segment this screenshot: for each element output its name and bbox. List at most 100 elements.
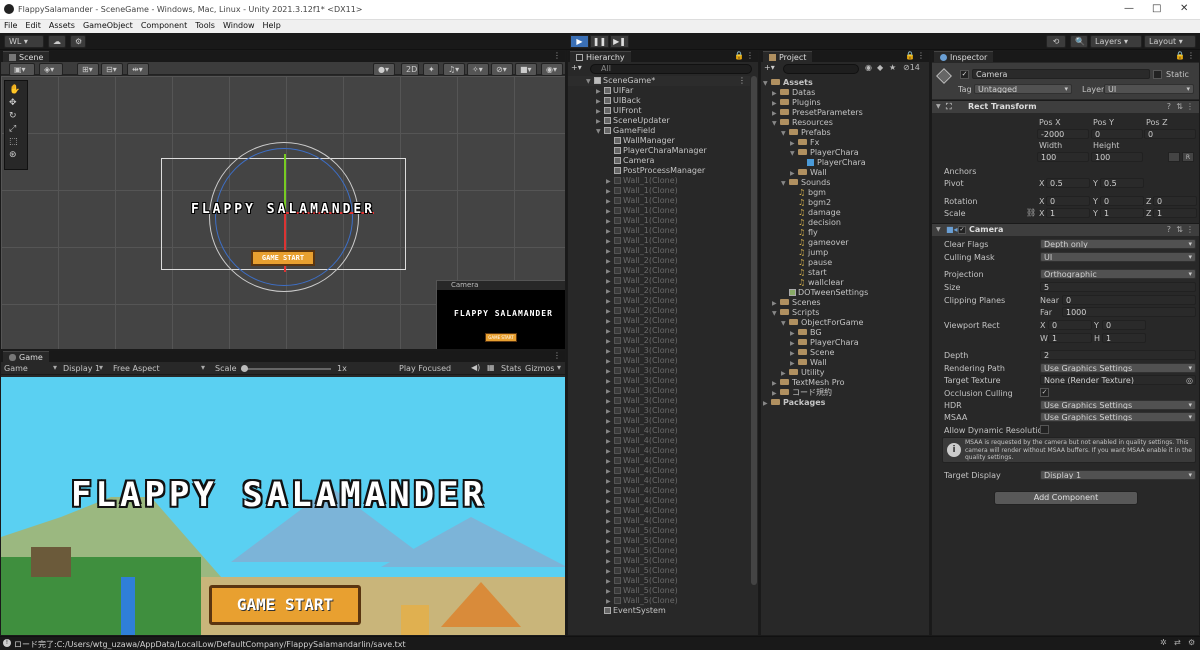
scale-x-field[interactable]: 1: [1046, 208, 1090, 218]
menu-help[interactable]: Help: [259, 20, 285, 31]
hierarchy-item[interactable]: PostProcessManager: [568, 166, 750, 176]
layers-dropdown[interactable]: Layers ▾: [1090, 35, 1142, 48]
scene-menu-icon[interactable]: ⋮: [738, 76, 746, 86]
menu-assets[interactable]: Assets: [45, 20, 79, 31]
project-item[interactable]: ▼ ObjectForGame: [761, 318, 929, 328]
menu-gameobject[interactable]: GameObject: [79, 20, 137, 31]
project-item[interactable]: ▶ BG: [761, 328, 929, 338]
create-icon[interactable]: +▾: [764, 63, 775, 72]
anchors-label[interactable]: Anchors: [944, 167, 976, 176]
project-item[interactable]: ▶ Wall: [761, 168, 929, 178]
menu-window[interactable]: Window: [219, 20, 259, 31]
project-item[interactable]: ▶ コード規約: [761, 388, 929, 398]
viewport-x-field[interactable]: 0: [1048, 320, 1092, 330]
project-search-input[interactable]: [783, 64, 859, 74]
project-item[interactable]: ▶ Packages: [761, 398, 929, 408]
game-start-button[interactable]: GAME START: [209, 585, 361, 625]
component-menu-icon[interactable]: ⋮: [1186, 224, 1194, 236]
minimize-button[interactable]: —: [1124, 3, 1134, 14]
hierarchy-item[interactable]: ▶ Wall_1(Clone): [568, 226, 750, 236]
scale-slider-thumb[interactable]: [241, 365, 248, 372]
hierarchy-item[interactable]: ▶ Wall_3(Clone): [568, 396, 750, 406]
project-item[interactable]: ♫ start: [761, 268, 929, 278]
tab-game[interactable]: Game: [3, 351, 49, 362]
viewport-w-field[interactable]: 1: [1048, 333, 1092, 343]
hierarchy-item[interactable]: ▶ Wall_4(Clone): [568, 466, 750, 476]
hierarchy-item[interactable]: ▶ Wall_4(Clone): [568, 456, 750, 466]
hierarchy-item[interactable]: ▶ Wall_2(Clone): [568, 276, 750, 286]
scale-slider[interactable]: [241, 365, 331, 372]
filter-label-icon[interactable]: ◆: [877, 63, 883, 72]
gizmos-button[interactable]: Gizmos: [525, 364, 554, 373]
project-item[interactable]: DOTweenSettings: [761, 288, 929, 298]
viewport-y-field[interactable]: 0: [1102, 320, 1146, 330]
btn-2d[interactable]: 2D: [401, 63, 419, 76]
hierarchy-item[interactable]: ▶ Wall_5(Clone): [568, 526, 750, 536]
project-item[interactable]: ♫ pause: [761, 258, 929, 268]
hierarchy-item[interactable]: ▼ GameField: [568, 126, 750, 136]
hierarchy-item[interactable]: ▶ Wall_3(Clone): [568, 366, 750, 376]
hierarchy-item[interactable]: ▶ Wall_1(Clone): [568, 186, 750, 196]
grid-icon[interactable]: ▦: [487, 363, 495, 372]
grid-dropdown[interactable]: ⊟▾: [101, 63, 123, 76]
project-item[interactable]: ▶ Plugins: [761, 98, 929, 108]
project-item[interactable]: ▶ Utility: [761, 368, 929, 378]
rendering-path-dropdown[interactable]: Use Graphics Settings: [1040, 363, 1196, 373]
project-item[interactable]: ▶ Scene: [761, 348, 929, 358]
preset-icon[interactable]: ⇅: [1176, 101, 1183, 113]
play-button[interactable]: ▶: [570, 35, 589, 48]
project-item[interactable]: ♫ wallclear: [761, 278, 929, 288]
size-field[interactable]: 5: [1040, 282, 1196, 292]
more-icon[interactable]: ⋮: [1187, 51, 1195, 60]
gizmos-icon[interactable]: ◉▾: [541, 63, 563, 76]
stats-button[interactable]: Stats: [501, 364, 521, 373]
project-item[interactable]: ▶ Scenes: [761, 298, 929, 308]
hierarchy-item[interactable]: ▶ Wall_5(Clone): [568, 566, 750, 576]
draw-mode-dropdown[interactable]: ▣▾: [9, 63, 35, 76]
depth-field[interactable]: 2: [1040, 350, 1196, 360]
lock-icon[interactable]: 🔒: [734, 51, 744, 60]
favorite-icon[interactable]: ★: [889, 63, 896, 72]
project-item[interactable]: ♫ gameover: [761, 238, 929, 248]
hdr-dropdown[interactable]: Use Graphics Settings: [1040, 400, 1196, 410]
hidden-count[interactable]: ⊘14: [903, 63, 920, 72]
hierarchy-item[interactable]: ▶ Wall_4(Clone): [568, 426, 750, 436]
rot-z-field[interactable]: 0: [1153, 196, 1197, 206]
fold-arrow-icon[interactable]: ▼: [936, 224, 941, 236]
activity-icon[interactable]: ⇄: [1174, 638, 1181, 647]
scene-viewport[interactable]: ✋ ✥ ↻ ⤢ ⬚ ⊛ FLAPPY SALAMANDER GAME START…: [1, 76, 565, 349]
rotate-tool-icon[interactable]: ↻: [9, 111, 17, 121]
lock-icon[interactable]: 🔒: [905, 51, 915, 60]
menu-file[interactable]: File: [0, 20, 21, 31]
hierarchy-item[interactable]: WallManager: [568, 136, 750, 146]
msaa-dropdown[interactable]: Use Graphics Settings: [1040, 412, 1196, 422]
status-message[interactable]: ロード完了:C:/Users/wtg_uzawa/AppData/LocalLo…: [14, 639, 406, 650]
hierarchy-scrollbar[interactable]: [751, 76, 757, 585]
target-texture-field[interactable]: None (Render Texture) ◎: [1040, 375, 1196, 385]
pivot-x-field[interactable]: 0.5: [1046, 178, 1090, 188]
hierarchy-item[interactable]: ▶ UIBack: [568, 96, 750, 106]
more-icon[interactable]: ⋮: [553, 51, 561, 60]
hidden-icon[interactable]: ⊘▾: [491, 63, 513, 76]
project-item[interactable]: ▼ Prefabs: [761, 128, 929, 138]
hierarchy-item[interactable]: ▶ Wall_3(Clone): [568, 376, 750, 386]
fold-arrow-icon[interactable]: ▶: [763, 399, 771, 409]
move-tool-icon[interactable]: ✥: [9, 98, 17, 108]
hierarchy-item[interactable]: ▶ UIFront: [568, 106, 750, 116]
add-component-button[interactable]: Add Component: [994, 491, 1138, 505]
tag-dropdown[interactable]: Untagged: [974, 84, 1072, 94]
hierarchy-item[interactable]: ▶ Wall_2(Clone): [568, 286, 750, 296]
hierarchy-item[interactable]: ▶ Wall_1(Clone): [568, 216, 750, 226]
project-item[interactable]: ♫ damage: [761, 208, 929, 218]
hierarchy-item[interactable]: ▶ Wall_1(Clone): [568, 176, 750, 186]
active-checkbox[interactable]: ✓: [960, 70, 969, 79]
project-item[interactable]: ▼ Assets: [761, 78, 929, 88]
hierarchy-item[interactable]: EventSystem: [568, 606, 750, 616]
hierarchy-item[interactable]: ▶ Wall_5(Clone): [568, 596, 750, 606]
menu-edit[interactable]: Edit: [21, 20, 45, 31]
maximize-button[interactable]: □: [1152, 3, 1161, 14]
project-item[interactable]: ▼ Scripts: [761, 308, 929, 318]
project-item[interactable]: PlayerChara: [761, 158, 929, 168]
tab-hierarchy[interactable]: Hierarchy: [570, 51, 631, 62]
game-viewport[interactable]: FLAPPY SALAMANDER GAME START: [1, 377, 565, 635]
